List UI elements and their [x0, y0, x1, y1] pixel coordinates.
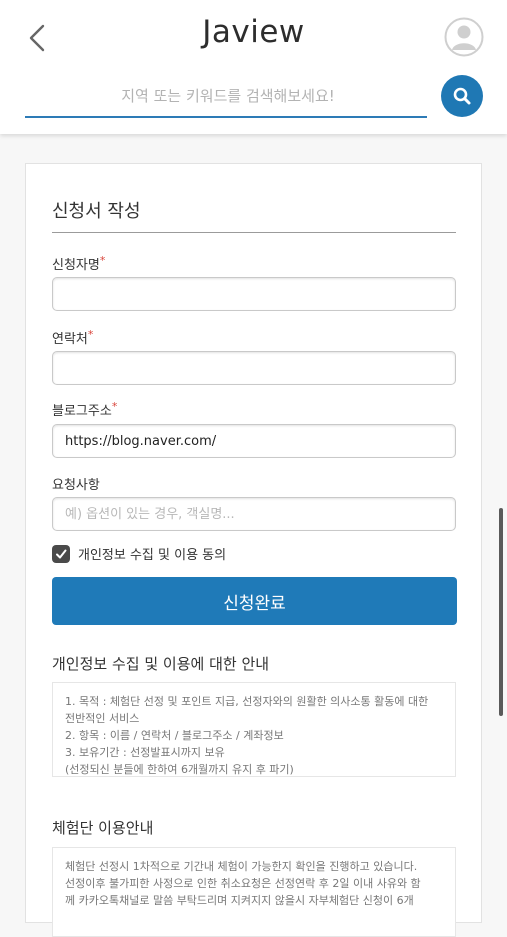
guide-line: 께 카카오톡채널로 말씀 부탁드리며 지켜지지 않을시 자부체험단 신청이 6개 — [65, 894, 414, 907]
submit-button[interactable]: 신청완료 — [52, 577, 457, 625]
name-label-text: 신청자명 — [52, 258, 100, 273]
request-input[interactable] — [52, 497, 456, 531]
guide-info-box: 체험단 선정시 1차적으로 기간내 체험이 가능한지 확인을 진행하고 있습니다… — [52, 847, 456, 937]
guide-title: 체험단 이용안내 — [52, 819, 154, 837]
blog-url-input[interactable] — [52, 424, 456, 458]
check-icon — [56, 549, 67, 558]
privacy-consent[interactable]: 개인정보 수집 및 이용 동의 — [52, 544, 226, 563]
privacy-line: 1. 목적 : 체험단 선정 및 포인트 지급, 선정자와의 원활한 의사소통 … — [65, 695, 429, 708]
privacy-line: 3. 보유기간 : 선정발표시까지 보유 — [65, 746, 225, 759]
title-divider — [52, 232, 456, 233]
profile-avatar[interactable] — [444, 17, 484, 57]
search-icon — [453, 87, 471, 105]
required-mark: * — [111, 400, 118, 413]
privacy-line: 2. 항목 : 이름 / 연락처 / 블로그주소 / 계좌정보 — [65, 729, 284, 742]
user-icon — [444, 17, 484, 57]
search-bar — [25, 76, 431, 118]
privacy-line: (선정되신 분들에 한하여 6개월까지 유지 후 파기) — [65, 763, 294, 776]
phone-label: 연락처* — [52, 328, 93, 347]
guide-line: 선정이후 불가피한 사정으로 인한 취소요청은 선정연락 후 2일 이내 사유와… — [65, 877, 421, 890]
name-input[interactable] — [52, 277, 456, 311]
privacy-info-box: 1. 목적 : 체험단 선정 및 포인트 지급, 선정자와의 원활한 의사소통 … — [52, 682, 456, 777]
guide-line: 체험단 선정시 1차적으로 기간내 체험이 가능한지 확인을 진행하고 있습니다… — [65, 860, 418, 873]
app-header: Jaview — [0, 0, 507, 134]
phone-label-text: 연락처 — [52, 332, 88, 347]
search-button[interactable] — [441, 75, 483, 117]
blog-label-text: 블로그주소 — [52, 404, 112, 419]
required-mark: * — [87, 328, 94, 341]
consent-checkbox[interactable] — [52, 544, 70, 563]
scrollbar-thumb[interactable] — [499, 508, 503, 716]
required-mark: * — [99, 254, 106, 267]
consent-label: 개인정보 수집 및 이용 동의 — [78, 548, 227, 563]
name-label: 신청자명* — [52, 254, 105, 273]
form-title: 신청서 작성 — [52, 201, 141, 222]
request-label-text: 요청사항 — [52, 478, 100, 493]
app-title: Jaview — [202, 14, 305, 50]
search-input[interactable] — [25, 76, 431, 116]
application-form-card: 신청서 작성 신청자명* 연락처* 블로그주소* 요청사항 개인정보 수집 및 … — [25, 163, 482, 937]
phone-input[interactable] — [52, 351, 456, 385]
request-label: 요청사항 — [52, 474, 100, 493]
privacy-title: 개인정보 수집 및 이용에 대한 안내 — [52, 655, 270, 673]
blog-label: 블로그주소* — [52, 400, 117, 419]
privacy-line: 전반적인 서비스 — [65, 712, 140, 725]
